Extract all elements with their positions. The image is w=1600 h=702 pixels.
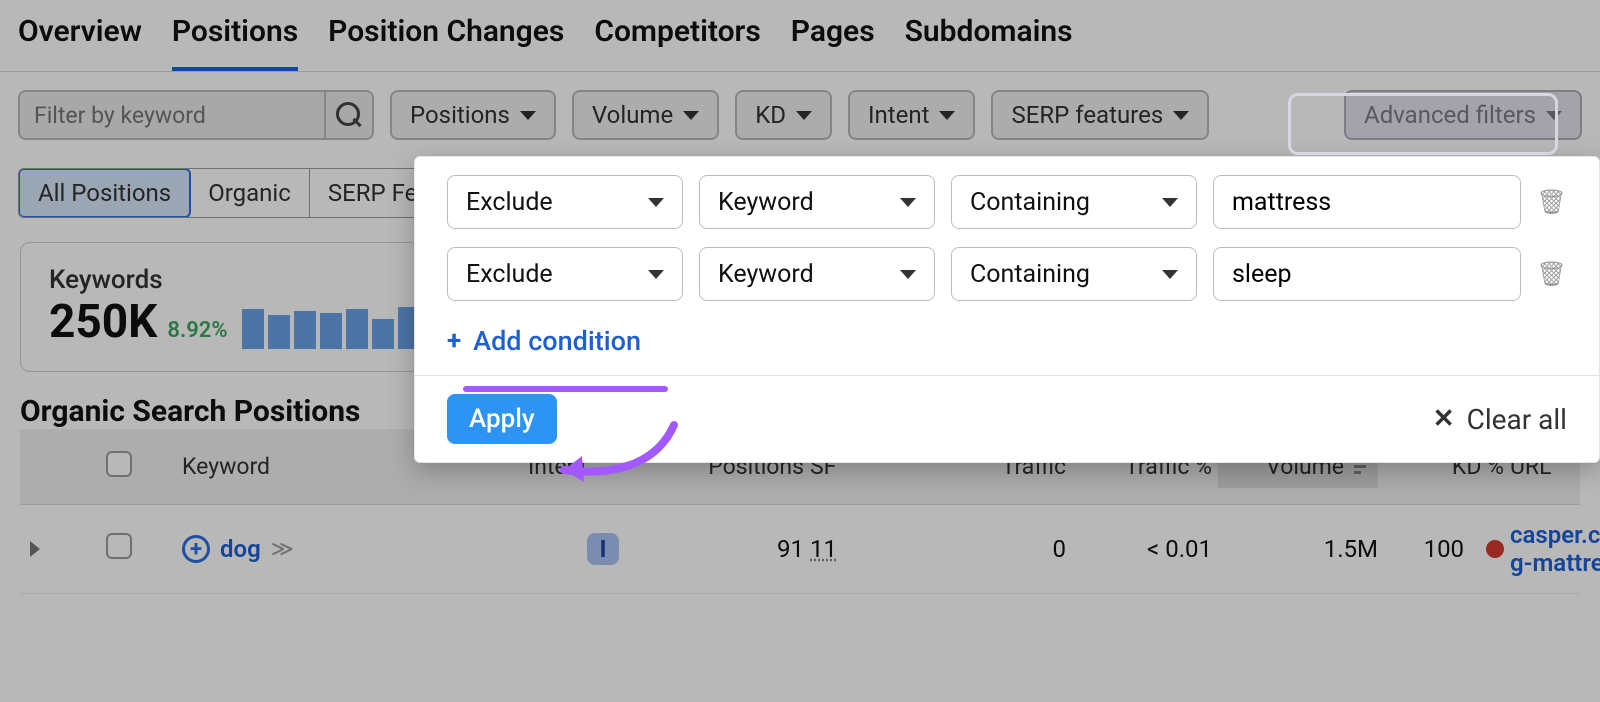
cell-positions: 91 [684,535,804,563]
chevron-down-icon [520,111,536,120]
condition-row: Exclude Keyword Containing 🗑 [415,247,1599,319]
search-icon [336,102,362,128]
tab-positions[interactable]: Positions [172,14,298,71]
condition-value-input[interactable] [1213,247,1521,301]
search-button[interactable] [324,92,372,138]
keyword-filter-input[interactable] [20,92,324,138]
chevron-down-icon [1546,111,1562,120]
condition-op-select[interactable]: Containing [951,175,1197,229]
condition-op-select[interactable]: Containing [951,247,1197,301]
url-link[interactable]: casper.com/ [1510,521,1600,549]
clear-all-button[interactable]: ✕ Clear all [1433,403,1567,436]
filter-positions[interactable]: Positions [390,90,556,140]
keywords-stat-card: Keywords 250K 8.92% [20,242,420,372]
condition-field-select[interactable]: Keyword [699,247,935,301]
condition-value-input[interactable] [1213,175,1521,229]
filter-intent[interactable]: Intent [848,90,975,140]
annotation-underline [463,386,668,392]
filter-advanced[interactable]: Advanced filters [1344,90,1582,140]
nav-tabs: Overview Positions Position Changes Comp… [0,0,1600,72]
table-row: + dog ≫ I 91 11 0 < 0.01 1.5M 100 casper… [20,505,1580,594]
filter-serp-features[interactable]: SERP features [991,90,1209,140]
advanced-filters-popup: Exclude Keyword Containing 🗑 Exclude Key… [414,156,1600,463]
chevron-down-icon [900,198,916,207]
chevron-down-icon [796,111,812,120]
stat-label: Keywords [49,265,228,295]
add-condition-button[interactable]: + Add condition [447,319,641,363]
tab-position-changes[interactable]: Position Changes [328,14,564,71]
filter-volume[interactable]: Volume [572,90,719,140]
sparkline [242,305,420,349]
plus-icon: + [447,326,461,356]
cell-volume: 1.5M [1218,535,1378,563]
chevron-down-icon [1162,198,1178,207]
cell-traffic: 0 [916,535,1066,563]
tab-pages[interactable]: Pages [791,14,875,71]
tab-overview[interactable]: Overview [18,14,142,71]
difficulty-dot-icon [1486,540,1504,558]
delete-condition-icon[interactable]: 🗑 [1537,188,1567,216]
chevron-down-icon [939,111,955,120]
row-checkbox[interactable] [106,533,132,559]
condition-action-select[interactable]: Exclude [447,175,683,229]
add-keyword-icon[interactable]: + [182,535,210,563]
chevron-down-icon [1173,111,1189,120]
apply-button[interactable]: Apply [447,394,557,444]
stat-value: 250K [49,295,157,349]
tab-subdomains[interactable]: Subdomains [905,14,1073,71]
url-link-2[interactable]: g-mattresse [1510,549,1600,577]
segment-organic[interactable]: Organic [190,169,310,217]
stat-percent: 8.92% [167,318,227,343]
chevron-down-icon [648,270,664,279]
tab-competitors[interactable]: Competitors [594,14,760,71]
condition-action-select[interactable]: Exclude [447,247,683,301]
expand-row-icon[interactable] [30,541,40,557]
chevron-right-icon: ≫ [271,537,294,562]
chevron-down-icon [648,198,664,207]
segment-all-positions[interactable]: All Positions [18,168,191,218]
filter-kd[interactable]: KD [735,90,832,140]
select-all-checkbox[interactable] [106,451,132,477]
chevron-down-icon [1162,270,1178,279]
intent-badge: I [587,533,619,565]
condition-field-select[interactable]: Keyword [699,175,935,229]
keyword-link[interactable]: dog [220,535,261,563]
chevron-down-icon [683,111,699,120]
cell-traffic-pct: < 0.01 [1072,535,1212,563]
close-icon: ✕ [1433,404,1455,434]
delete-condition-icon[interactable]: 🗑 [1537,260,1567,288]
condition-row: Exclude Keyword Containing 🗑 [415,157,1599,247]
chevron-down-icon [900,270,916,279]
cell-kd: 100 [1424,535,1464,563]
keyword-filter[interactable] [18,90,374,140]
cell-sf: 11 [810,535,910,563]
filter-bar: Positions Volume KD Intent SERP features… [0,72,1600,140]
